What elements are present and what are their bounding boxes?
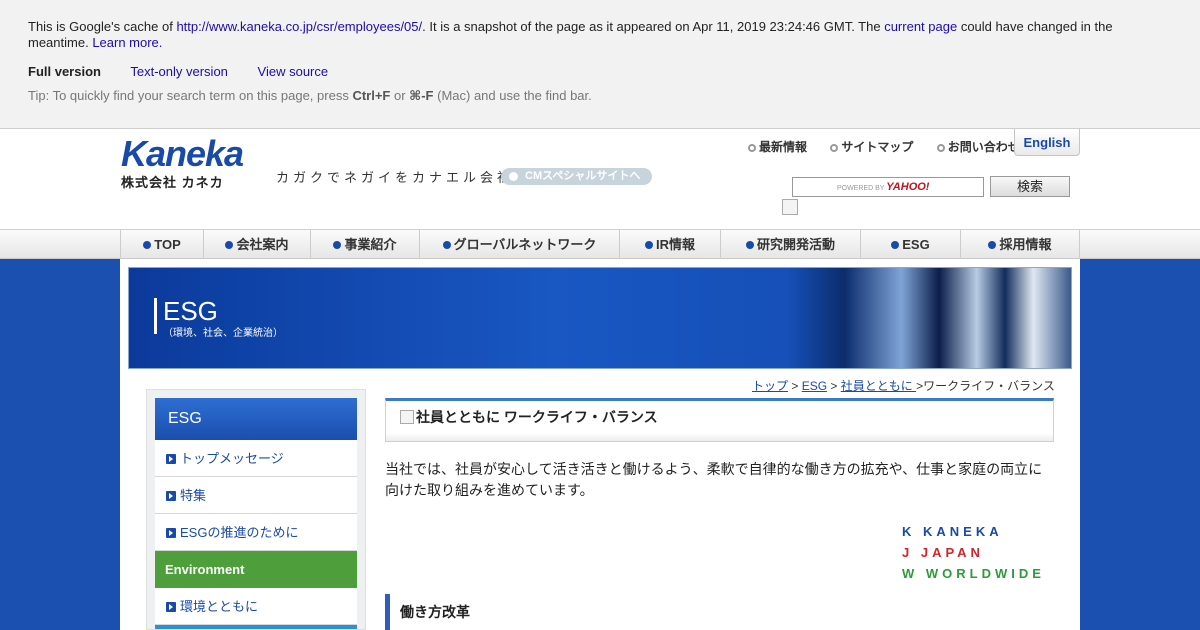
yahoo-logo: YAHOO!	[886, 181, 930, 193]
breadcrumb-esg[interactable]: ESG	[802, 379, 827, 393]
sidebar-item-feature[interactable]: 特集	[155, 477, 357, 514]
nav-item-esg[interactable]: ESG	[860, 230, 960, 259]
broken-image-icon	[400, 410, 414, 424]
kjw-mark: K KANEKA J JAPAN W WORLDWIDE	[902, 521, 1045, 584]
util-link-news[interactable]: 最新情報	[748, 140, 817, 154]
cache-banner: This is Google's cache of http://www.kan…	[0, 0, 1200, 129]
sidebar-section-environment: Environment	[155, 551, 357, 588]
nav-item-ir[interactable]: IR情報	[619, 230, 720, 259]
cache-version-links: Full version Text-only version View sour…	[28, 64, 1172, 80]
logo-sub: 株式会社 カネカ	[121, 175, 224, 190]
page-title-box: 社員とともに ワークライフ・バランス	[385, 398, 1054, 442]
arrow-square-icon	[166, 528, 176, 538]
nav-divider	[1079, 230, 1080, 259]
tagline: カガクでネガイをカナエル会社	[276, 170, 515, 185]
arrow-circle-icon	[225, 241, 234, 249]
nav-item-top[interactable]: TOP	[120, 230, 203, 259]
arrow-circle-icon	[143, 241, 152, 249]
kjw-line-w: W WORLDWIDE	[902, 566, 1045, 581]
logo-word: Kaneka	[121, 133, 244, 174]
sidebar-item-top-message[interactable]: トップメッセージ	[155, 440, 357, 477]
banner-bar	[154, 298, 157, 334]
kaneka-logo[interactable]: Kaneka 株式会社 カネカ	[121, 133, 244, 191]
util-link-sitemap[interactable]: サイトマップ	[830, 140, 923, 154]
cm-special-site-link[interactable]: CMスペシャルサイトへ	[501, 168, 652, 185]
arrow-square-icon	[166, 602, 176, 612]
sidebar: ESG トップメッセージ 特集 ESGの推進のために Environment 環…	[146, 389, 366, 630]
nav-item-rd[interactable]: 研究開発活動	[720, 230, 860, 259]
banner-subtitle: （環境、社会、企業統治）	[163, 328, 283, 339]
sidebar-next-section	[155, 625, 357, 629]
full-version-label: Full version	[28, 64, 101, 79]
english-button[interactable]: English	[1014, 129, 1080, 156]
search-button[interactable]: 検索	[990, 176, 1070, 197]
current-page-link[interactable]: current page	[884, 19, 957, 34]
banner-title: ESG	[163, 296, 218, 326]
breadcrumb-top[interactable]: トップ	[752, 379, 788, 393]
arrow-square-icon	[166, 491, 176, 501]
page-title: 社員とともに ワークライフ・バランス	[400, 407, 658, 427]
esg-banner: ESG （環境、社会、企業統治）	[128, 267, 1072, 369]
arrow-circle-icon	[333, 241, 342, 249]
nav-item-global[interactable]: グローバルネットワーク	[419, 230, 619, 259]
nav-item-company[interactable]: 会社案内	[203, 230, 310, 259]
breadcrumb: トップ > ESG > 社員とともに >ワークライフ・バランス	[752, 379, 1055, 393]
cached-url-link[interactable]: http://www.kaneka.co.jp/csr/employees/05…	[176, 19, 422, 34]
utility-links: 最新情報 サイトマップ お問い合わせ	[748, 138, 1040, 155]
sidebar-head[interactable]: ESG	[155, 398, 357, 440]
global-nav: TOP 会社案内 事業紹介 グローバルネットワーク IR情報 研究開発活動 ES…	[0, 229, 1200, 259]
cache-tip: Tip: To quickly find your search term on…	[28, 88, 592, 103]
sidebar-item-esg-promotion[interactable]: ESGの推進のために	[155, 514, 357, 551]
section-heading: 働き方改革	[385, 594, 1055, 630]
search-input[interactable]: POWERED BY YAHOO!	[792, 177, 984, 197]
nav-item-business[interactable]: 事業紹介	[310, 230, 419, 259]
nav-item-recruit[interactable]: 採用情報	[960, 230, 1079, 259]
arrow-circle-icon	[891, 241, 900, 249]
kjw-line-k: K KANEKA	[902, 524, 1003, 539]
sidebar-item-environment[interactable]: 環境とともに	[155, 588, 357, 625]
circle-icon	[936, 144, 945, 152]
site-header: Kaneka 株式会社 カネカ カガクでネガイをカナエル会社 CMスペシャルサイ…	[0, 129, 1200, 229]
arrow-circle-icon	[509, 172, 518, 181]
arrow-circle-icon	[442, 241, 451, 249]
lead-text: 当社では、社員が安心して活き活きと働けるよう、柔軟で自律的な働き方の拡充や、仕事…	[385, 461, 1043, 498]
arrow-circle-icon	[745, 241, 754, 249]
cache-notice: This is Google's cache of http://www.kan…	[28, 19, 1113, 50]
arrow-circle-icon	[644, 241, 653, 249]
kjw-line-j: J JAPAN	[902, 545, 984, 560]
broken-image-icon	[782, 199, 798, 215]
content-area: ESG （環境、社会、企業統治） ESG トップメッセージ 特集 ESGの推進の…	[120, 259, 1080, 630]
text-only-version-link[interactable]: Text-only version	[130, 64, 228, 79]
arrow-circle-icon	[988, 241, 997, 249]
circle-icon	[830, 144, 839, 152]
view-source-link[interactable]: View source	[258, 64, 329, 79]
breadcrumb-employees[interactable]: 社員とともに	[841, 379, 916, 393]
learn-more-link[interactable]: Learn more.	[92, 35, 162, 50]
circle-icon	[748, 144, 756, 152]
arrow-square-icon	[166, 454, 176, 464]
title-box-shade	[386, 433, 1053, 441]
